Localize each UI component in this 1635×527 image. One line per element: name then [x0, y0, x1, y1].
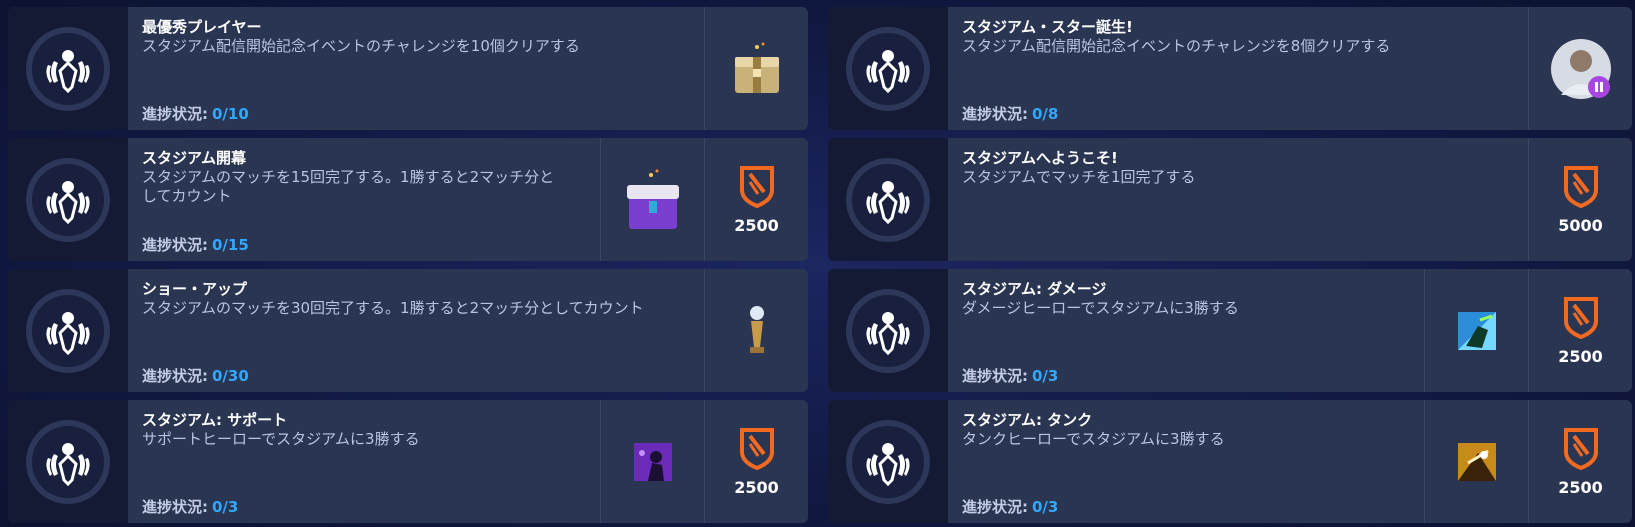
challenge-card[interactable]: ショー・アップ スタジアムのマッチを30回完了する。1勝すると2マッチ分としてカ…	[8, 269, 808, 392]
spray-tank-icon	[1457, 442, 1496, 481]
challenge-icon-panel	[828, 138, 948, 261]
reward-points: 2500	[734, 216, 779, 235]
reward-slot[interactable]: 2500	[704, 138, 808, 261]
reward-points: 2500	[1558, 478, 1603, 497]
player-icon	[1550, 38, 1611, 99]
challenge-progress: 進捗状況: 0/3	[962, 498, 1059, 516]
reward-slot[interactable]	[1424, 400, 1528, 523]
challenge-card[interactable]: スタジアム・スター誕生! スタジアム配信開始記念イベントのチャレンジを8個クリア…	[828, 7, 1632, 130]
reward-slot[interactable]	[1528, 7, 1632, 130]
challenge-description: ダメージヒーローでスタジアムに3勝する	[962, 299, 1239, 317]
stadium-emblem-icon	[846, 26, 930, 111]
reward-slot[interactable]	[704, 269, 808, 392]
challenge-title: スタジアム: サポート	[142, 411, 288, 429]
stadium-emblem-icon	[846, 419, 930, 504]
challenge-progress: 進捗状況: 0/3	[962, 367, 1059, 385]
challenge-title: ショー・アップ	[142, 280, 248, 298]
reward-slot[interactable]: 5000	[1528, 138, 1632, 261]
trophy-icon	[749, 305, 764, 353]
challenge-icon-panel	[8, 138, 128, 261]
stadium-emblem-icon	[26, 26, 110, 111]
stadium-emblem-icon	[846, 288, 930, 373]
reward-points: 2500	[1558, 347, 1603, 366]
reward-slot[interactable]: 2500	[1528, 269, 1632, 392]
challenge-description: スタジアムでマッチを1回完了する	[962, 168, 1196, 186]
reward-points: 5000	[1558, 216, 1603, 235]
challenge-title: 最優秀プレイヤー	[142, 18, 262, 36]
challenge-progress: 進捗状況: 0/8	[962, 105, 1059, 123]
stadium-emblem-icon	[846, 157, 930, 242]
stadium-emblem-icon	[26, 157, 110, 242]
challenge-card[interactable]: スタジアム: サポート サポートヒーローでスタジアムに3勝する 進捗状況: 0/3…	[8, 400, 808, 523]
reward-slot[interactable]	[600, 400, 704, 523]
challenge-description: スタジアムのマッチを30回完了する。1勝すると2マッチ分としてカウント	[142, 299, 644, 317]
reward-slot[interactable]	[600, 138, 704, 261]
challenge-title: スタジアム開幕	[142, 149, 246, 167]
challenge-progress: 進捗状況: 0/15	[142, 236, 249, 254]
challenge-progress: 進捗状況: 0/3	[142, 498, 239, 516]
reward-points: 2500	[734, 478, 779, 497]
challenge-card[interactable]: スタジアム: タンク タンクヒーローでスタジアムに3勝する 進捗状況: 0/3 2…	[828, 400, 1632, 523]
challenge-icon-panel	[8, 7, 128, 130]
competitive-points-shield-icon	[1563, 428, 1598, 470]
challenge-icon-panel	[828, 400, 948, 523]
challenge-title: スタジアム: ダメージ	[962, 280, 1107, 298]
challenge-description: タンクヒーローでスタジアムに3勝する	[962, 430, 1225, 448]
competitive-points-shield-icon	[1563, 166, 1598, 208]
spray-support-icon	[633, 442, 672, 481]
challenge-card[interactable]: スタジアムへようこそ! スタジアムでマッチを1回完了する 5000	[828, 138, 1632, 261]
stadium-emblem-icon	[26, 419, 110, 504]
challenge-description: スタジアム配信開始記念イベントのチャレンジを8個クリアする	[962, 37, 1391, 55]
challenge-progress: 進捗状況: 0/10	[142, 105, 249, 123]
lootbox-purple-icon	[626, 169, 679, 229]
reward-slot[interactable]	[1424, 269, 1528, 392]
reward-slot[interactable]: 2500	[1528, 400, 1632, 523]
challenge-card[interactable]: スタジアム開幕 スタジアムのマッチを15回完了する。1勝すると2マッチ分としてカ…	[8, 138, 808, 261]
reward-slot[interactable]	[704, 7, 808, 130]
challenge-description: スタジアム配信開始記念イベントのチャレンジを10個クリアする	[142, 37, 580, 55]
challenge-card[interactable]: スタジアム: ダメージ ダメージヒーローでスタジアムに3勝する 進捗状況: 0/3…	[828, 269, 1632, 392]
challenge-title: スタジアムへようこそ!	[962, 149, 1118, 167]
competitive-points-shield-icon	[739, 428, 774, 470]
challenge-title: スタジアム・スター誕生!	[962, 18, 1133, 36]
competitive-points-shield-icon	[739, 166, 774, 208]
reward-slot[interactable]: 2500	[704, 400, 808, 523]
challenge-icon-panel	[8, 269, 128, 392]
challenge-icon-panel	[828, 7, 948, 130]
challenge-title: スタジアム: タンク	[962, 411, 1093, 429]
competitive-points-shield-icon	[1563, 297, 1598, 339]
challenge-icon-panel	[828, 269, 948, 392]
challenge-icon-panel	[8, 400, 128, 523]
stadium-emblem-icon	[26, 288, 110, 373]
spray-damage-icon	[1457, 311, 1496, 350]
challenge-progress: 進捗状況: 0/30	[142, 367, 249, 385]
challenge-description: スタジアムのマッチを15回完了する。1勝すると2マッチ分としてカウント	[142, 168, 555, 205]
challenge-description: サポートヒーローでスタジアムに3勝する	[142, 430, 420, 448]
lootbox-gold-icon	[734, 42, 779, 93]
challenge-card[interactable]: 最優秀プレイヤー スタジアム配信開始記念イベントのチャレンジを10個クリアする …	[8, 7, 808, 130]
